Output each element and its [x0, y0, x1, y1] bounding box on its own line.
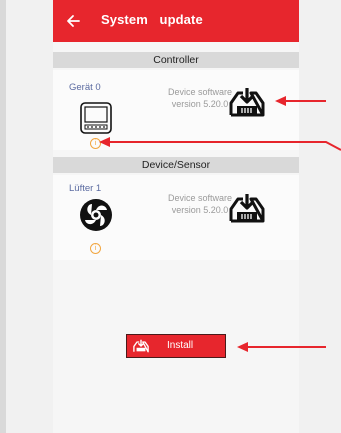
- left-gutter: [0, 0, 6, 433]
- controller-device-card: Gerät 0 i Device software version 5.20.0: [53, 70, 299, 150]
- section-header-device-sensor: Device/Sensor: [53, 157, 299, 173]
- download-update-icon[interactable]: [229, 193, 265, 223]
- page-title: System update: [101, 12, 203, 27]
- device-name: Gerät 0: [69, 82, 101, 93]
- install-label: Install: [167, 340, 194, 351]
- controller-display-icon: [80, 102, 112, 134]
- info-icon[interactable]: i: [90, 138, 101, 149]
- back-arrow-icon[interactable]: [65, 13, 81, 29]
- sensor-device-card: Lüfter 1 i Device software version 5.20.…: [53, 175, 299, 260]
- fan-icon: [80, 199, 112, 231]
- info-icon[interactable]: i: [90, 243, 101, 254]
- download-icon: [133, 339, 149, 353]
- device-name: Lüfter 1: [69, 183, 102, 194]
- header-bar: System update: [53, 0, 299, 42]
- install-button[interactable]: Install: [126, 334, 226, 358]
- app-screen: System update Controller Gerät 0 i Devic…: [53, 0, 299, 433]
- section-header-controller: Controller: [53, 52, 299, 68]
- download-update-icon[interactable]: [229, 87, 265, 117]
